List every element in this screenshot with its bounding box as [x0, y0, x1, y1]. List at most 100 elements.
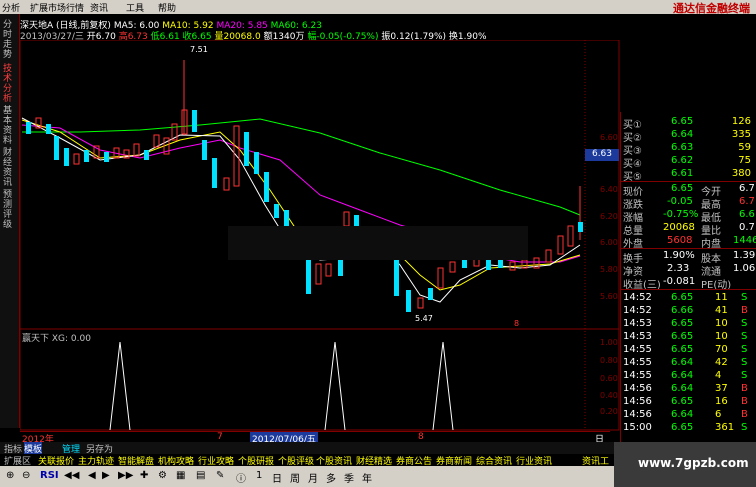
- tick-side: S: [741, 370, 748, 381]
- bid-row-1: 买① 6.65 126: [623, 116, 756, 131]
- menu-item-extended-market[interactable]: 扩展市场行情: [30, 1, 84, 14]
- tick-price: 6.64: [671, 357, 694, 368]
- tick-price: 6.65: [671, 422, 694, 433]
- candle: [84, 150, 89, 162]
- candle: [545, 249, 552, 263]
- crosshair-icon[interactable]: ✚: [140, 470, 148, 481]
- bid-volume: 59: [738, 142, 751, 153]
- bid-volume: 380: [731, 168, 751, 179]
- tick-side: B: [741, 396, 748, 407]
- tab-fundamentals[interactable]: 基本资料: [3, 106, 15, 146]
- bid-price: 6.64: [671, 129, 694, 140]
- candle: [274, 204, 279, 218]
- tick-row: 15:00 6.65 361 S: [623, 422, 756, 434]
- kline-chart[interactable]: 6.60 6.40 6.20 6.00 5.80 5.60 1.00 0.80 …: [20, 40, 620, 431]
- quote-value: 1.39: [733, 250, 756, 261]
- tick-time: 14:52: [623, 292, 652, 303]
- tick-volume: 16: [715, 396, 728, 407]
- ma60-line: [22, 118, 581, 216]
- candle: [153, 134, 160, 148]
- candle: [244, 132, 249, 166]
- zoom-out-icon[interactable]: ⊖: [22, 470, 30, 481]
- bid-price: 6.65: [671, 116, 694, 127]
- period-year[interactable]: 年: [362, 470, 372, 485]
- quote-row: 涨幅 -0.75% 最低 6.6: [623, 209, 756, 224]
- period-week[interactable]: 周: [290, 470, 300, 485]
- last-icon[interactable]: ▶▶: [118, 470, 133, 481]
- bid-volume: 75: [738, 155, 751, 166]
- tick-side: S: [741, 331, 748, 342]
- divider: [621, 181, 756, 182]
- price-tick: 6.60: [600, 133, 618, 142]
- price-tick: 6.00: [600, 238, 618, 247]
- period-day[interactable]: 日: [272, 470, 282, 485]
- quote-row: 净资 2.33 流通 1.06: [623, 263, 756, 278]
- quote-row: 涨跌 -0.05 最高 6.7: [623, 196, 756, 211]
- prev-icon[interactable]: ◀: [88, 470, 96, 481]
- quote-row: 外盘 5608 内盘 1446: [623, 235, 756, 250]
- quote-row: 收益(三) -0.081 PE(动): [623, 276, 756, 291]
- first-icon[interactable]: ◀◀: [64, 470, 79, 481]
- indicator-tick: 0.20: [600, 407, 618, 416]
- menu-item-help[interactable]: 帮助: [158, 1, 176, 14]
- quote-row: 总量 20068 量比 0.7: [623, 222, 756, 237]
- candle: [417, 297, 424, 309]
- grid-icon[interactable]: ▦: [176, 470, 185, 481]
- event-marker: 8: [514, 319, 519, 328]
- candle: [144, 150, 149, 160]
- tab-forecast-rating[interactable]: 预测评级: [3, 190, 15, 230]
- tab-finance-news[interactable]: 财经资讯: [3, 148, 15, 188]
- quote-value: 2.33: [667, 263, 690, 274]
- candle: [264, 172, 269, 202]
- indicator-tick: 0.60: [600, 374, 618, 383]
- tick-price: 6.65: [671, 318, 694, 329]
- tick-volume: 10: [715, 331, 728, 342]
- bid-row-2: 买② 6.64 335: [623, 129, 756, 144]
- candle: [428, 288, 433, 300]
- tick-row: 14:52 6.65 11 S: [623, 292, 756, 304]
- quote-value: 6.7: [739, 196, 755, 207]
- candle: [521, 259, 528, 269]
- candle: [133, 143, 140, 157]
- period-1min[interactable]: 1: [256, 470, 262, 481]
- quote-value: 5608: [667, 235, 693, 246]
- tick-row: 14:53 6.65 10 S: [623, 318, 756, 330]
- tab-intraday[interactable]: 分时走势: [3, 20, 15, 60]
- draw-icon[interactable]: ✎: [216, 470, 224, 481]
- candle: [192, 110, 197, 132]
- info-icon[interactable]: ⓘ: [236, 470, 246, 485]
- occluded-block: [228, 226, 528, 260]
- tick-time: 14:55: [623, 370, 652, 381]
- menu-item-tools[interactable]: 工具: [126, 1, 144, 14]
- indicator-label: 赢天下 XG: 0.00: [22, 334, 91, 344]
- rsi-button[interactable]: RSI: [40, 470, 59, 481]
- candle: [557, 235, 564, 255]
- quote-value: 1.06: [733, 263, 756, 274]
- bid-volume: 126: [731, 116, 751, 127]
- tick-row: 14:52 6.66 41 B: [623, 305, 756, 317]
- candle: [306, 258, 311, 294]
- next-icon[interactable]: ▶: [102, 470, 110, 481]
- menu-item-news[interactable]: 资讯: [90, 1, 108, 14]
- quote-value: 1446: [733, 235, 756, 246]
- settings-icon[interactable]: ⚙: [158, 470, 167, 481]
- period-quarter[interactable]: 季: [344, 470, 354, 485]
- price-tick: 5.80: [600, 265, 618, 274]
- menu-bar: 分析 扩展市场行情 资讯 工具 帮助: [0, 0, 426, 14]
- period-multi[interactable]: 多: [326, 470, 336, 485]
- candle: [449, 261, 456, 273]
- quote-value: 0.7: [739, 222, 755, 233]
- tick-time: 14:55: [623, 344, 652, 355]
- bid-price: 6.62: [671, 155, 694, 166]
- period-month[interactable]: 月: [308, 470, 318, 485]
- zoom-in-icon[interactable]: ⊕: [6, 470, 14, 481]
- quote-value: 6.65: [671, 183, 694, 194]
- candle: [223, 177, 230, 191]
- layout-icon[interactable]: ▤: [196, 470, 205, 481]
- tick-time: 14:52: [623, 305, 652, 316]
- watermark-text: www.7gpzb.com: [638, 456, 749, 470]
- candle: [212, 158, 217, 188]
- menu-item-analysis[interactable]: 分析: [2, 1, 20, 14]
- tick-row: 14:55 6.64 4 S: [623, 370, 756, 382]
- tab-technical[interactable]: 技术分析: [3, 64, 15, 104]
